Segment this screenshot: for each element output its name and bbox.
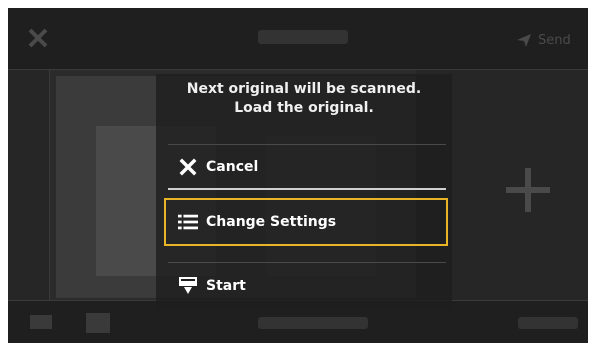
background-footer-item [30, 315, 52, 329]
dialog-message: Next original will be scanned. Load the … [156, 80, 452, 118]
send-icon [517, 34, 531, 47]
background-send-button: Send [508, 26, 588, 54]
background-footer-item [86, 313, 110, 333]
background-add-icon [506, 168, 550, 212]
background-footer-item [258, 317, 368, 329]
app-header: Send [8, 8, 588, 70]
start-button[interactable]: Start [168, 262, 446, 308]
background-left-panel [8, 70, 50, 300]
dialog-message-line1: Next original will be scanned. [186, 81, 422, 97]
scan-start-icon [178, 276, 198, 296]
background-send-label: Send [538, 32, 571, 48]
device-screen: Send Next original will be scanned. Load… [8, 8, 588, 343]
scan-next-dialog: Next original will be scanned. Load the … [156, 74, 452, 310]
settings-list-icon [178, 212, 198, 232]
background-close-icon [26, 22, 50, 52]
background-title-placeholder [258, 30, 348, 44]
background-footer-item [518, 317, 578, 329]
dialog-message-line2: Load the original. [234, 100, 374, 116]
start-button-label: Start [206, 277, 246, 294]
change-settings-button[interactable]: Change Settings [164, 198, 448, 246]
cancel-button-label: Cancel [206, 158, 259, 175]
close-icon [178, 157, 198, 177]
change-settings-button-label: Change Settings [206, 214, 337, 230]
cancel-button[interactable]: Cancel [168, 144, 446, 190]
